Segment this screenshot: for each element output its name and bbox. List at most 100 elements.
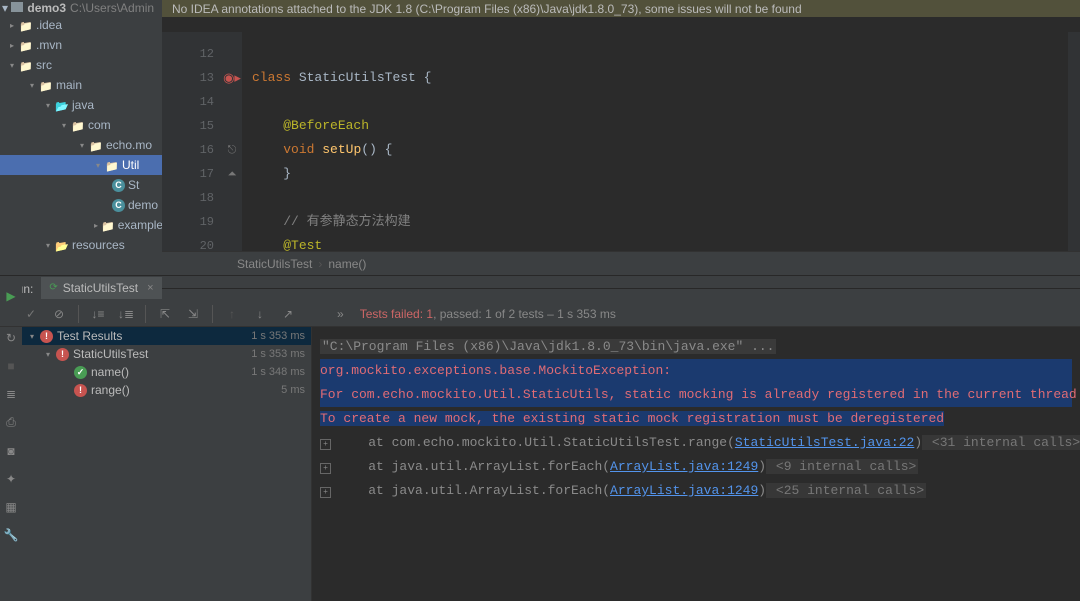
tree-item-main[interactable]: ▾ main [0, 75, 162, 95]
close-icon[interactable]: × [147, 282, 153, 294]
breadcrumb-bar[interactable]: StaticUtilsTest › name() [162, 251, 1080, 275]
internal-calls[interactable]: <9 internal calls> [766, 459, 918, 474]
project-path: C:\Users\Admin [70, 1, 154, 15]
trace-text: at com.echo.mockito.Util.StaticUtilsTest… [337, 435, 735, 450]
internal-calls[interactable]: <31 internal calls> [922, 435, 1080, 450]
trace-link[interactable]: ArrayList.java:1249 [610, 483, 758, 498]
line-num[interactable]: 17 [162, 162, 214, 186]
scroll-map[interactable] [1068, 32, 1080, 251]
show-ignored-icon[interactable]: ⊘ [50, 305, 68, 323]
tree-item-echo[interactable]: ▾ echo.mo [0, 135, 162, 155]
test-class-node[interactable]: ▾ StaticUtilsTest 1 s 353 ms [22, 345, 311, 363]
tree-item-class-st[interactable]: C St [0, 175, 162, 195]
line-num[interactable]: 19 [162, 210, 214, 234]
line-num[interactable]: 18 [162, 186, 214, 210]
expand-all-icon[interactable]: ⇱ [156, 305, 174, 323]
settings-icon[interactable]: 🔧 [4, 528, 19, 542]
tree-item-src[interactable]: ▾ src [0, 55, 162, 75]
tree-item-resources[interactable]: ▾ resources [0, 235, 162, 255]
breadcrumb-item[interactable]: StaticUtilsTest [237, 257, 312, 271]
line-num[interactable]: 16 [162, 138, 214, 162]
chevron-down-icon[interactable]: ▾ [28, 332, 36, 340]
tree-item-example[interactable]: ▸ example [0, 215, 162, 235]
code-area[interactable]: class StaticUtilsTest { @BeforeEach void… [242, 32, 1080, 275]
stop-icon[interactable]: ■ [7, 359, 14, 373]
editor-icon-gutter[interactable]: ◉▸ ⎋ ⏶ [222, 32, 242, 275]
expand-trace-icon[interactable]: + [320, 487, 331, 498]
play-icon[interactable]: ▶ [6, 289, 15, 303]
test-method-node[interactable]: name() 1 s 348 ms [22, 363, 311, 381]
test-node-label: name() [91, 365, 247, 379]
test-toolbar: ✓ ⊘ ↓≡ ↓≣ ⇱ ⇲ ↑ ↓ ↗ » Tests failed: 1, p… [0, 301, 1080, 327]
code-editor[interactable]: 12 13 14 15 16 17 18 19 20 ◉▸ ⎋ ⏶ class … [162, 15, 1080, 275]
pin-icon[interactable]: ⎙ [6, 415, 16, 430]
chevron-down-icon[interactable]: ▾ [8, 61, 16, 69]
show-passed-icon[interactable]: ✓ [22, 305, 40, 323]
test-node-label: Test Results [57, 329, 247, 343]
error-run-icon[interactable]: ◉▸ [223, 70, 241, 86]
export-icon[interactable]: ↗ [279, 305, 297, 323]
internal-calls[interactable]: <25 internal calls> [766, 483, 926, 498]
test-results-tree[interactable]: ▾ Test Results 1 s 353 ms ▾ StaticUtilsT… [22, 327, 312, 601]
project-tree[interactable]: ▸ .idea ▸ .mvn ▾ src ▾ main ▾ java ▾ com [0, 15, 162, 275]
failed-icon [56, 348, 69, 361]
override-icon[interactable]: ⎋ [228, 144, 237, 157]
tree-item-mvn[interactable]: ▸ .mvn [0, 35, 162, 55]
tree-item-java[interactable]: ▾ java [0, 95, 162, 115]
trace-text: at java.util.ArrayList.forEach( [337, 459, 610, 474]
chevron-down-icon[interactable]: ▾ [94, 161, 102, 169]
chevron-down-icon[interactable]: ▾ [44, 101, 52, 109]
chevron-down-icon[interactable]: ▾ [78, 141, 86, 149]
fold-icon[interactable]: ⏶ [228, 168, 237, 181]
chevron-down-icon[interactable]: ▾ [44, 350, 52, 358]
folder-icon [19, 59, 33, 71]
tree-item-com[interactable]: ▾ com [0, 115, 162, 135]
layout-icon[interactable]: ≣ [6, 387, 16, 401]
history-icon[interactable]: ✦ [6, 472, 16, 486]
breadcrumb-item[interactable]: name() [328, 257, 366, 271]
tree-label: .mvn [36, 38, 62, 52]
chevron-right-icon[interactable]: ▸ [8, 21, 16, 29]
test-method-node[interactable]: range() 5 ms [22, 381, 311, 399]
chevron-right-icon[interactable]: ▸ [8, 41, 16, 49]
class-icon: C [112, 199, 125, 212]
folder-icon [19, 39, 33, 51]
console-output[interactable]: "C:\Program Files (x86)\Java\jdk1.8.0_73… [312, 327, 1080, 601]
prev-failed-icon[interactable]: ↑ [223, 305, 241, 323]
chevron-right-icon[interactable]: ▸ [94, 221, 98, 229]
rerun-icon[interactable]: ↻ [6, 331, 16, 345]
tree-label: com [88, 118, 111, 132]
trace-text: ) [914, 435, 922, 450]
sort-duration-icon[interactable]: ↓≣ [117, 305, 135, 323]
line-num[interactable]: 12 [162, 42, 214, 66]
camera-icon[interactable]: ◙ [7, 444, 14, 458]
collapse-all-icon[interactable]: ⇲ [184, 305, 202, 323]
line-num[interactable]: 14 [162, 90, 214, 114]
run-tab[interactable]: ⟳ StaticUtilsTest × [41, 277, 161, 301]
line-num[interactable]: 15 [162, 114, 214, 138]
line-num[interactable]: 13 [162, 66, 214, 90]
sort-alpha-icon[interactable]: ↓≡ [89, 305, 107, 323]
expand-trace-icon[interactable]: + [320, 439, 331, 450]
line-gutter[interactable]: 12 13 14 15 16 17 18 19 20 [162, 32, 222, 275]
tree-label: echo.mo [106, 138, 152, 152]
test-node-time: 1 s 348 ms [251, 366, 305, 378]
test-results-root[interactable]: ▾ Test Results 1 s 353 ms [22, 327, 311, 345]
tree-label: .idea [36, 18, 62, 32]
tree-item-idea[interactable]: ▸ .idea [0, 15, 162, 35]
tree-item-class-demo[interactable]: C demo [0, 195, 162, 215]
text: StaticUtilsTest { [299, 70, 432, 85]
chevron-down-icon[interactable]: ▾ [60, 121, 68, 129]
expand-trace-icon[interactable]: + [320, 463, 331, 474]
tests-passed-text: , passed: 1 [433, 307, 492, 321]
trace-link[interactable]: ArrayList.java:1249 [610, 459, 758, 474]
tree-item-util[interactable]: ▾ Util [0, 155, 162, 175]
next-failed-icon[interactable]: ↓ [251, 305, 269, 323]
chevron-down-icon[interactable]: ▾ [44, 241, 52, 249]
chevron-down-icon[interactable]: ▾ [28, 81, 36, 89]
rerun-tests-icon: ⟳ [49, 282, 57, 293]
trace-link[interactable]: StaticUtilsTest.java:22 [735, 435, 914, 450]
trace-text: ) [758, 483, 766, 498]
warning-banner[interactable]: No IDEA annotations attached to the JDK … [162, 0, 1080, 17]
grid-icon[interactable]: ▦ [5, 500, 16, 514]
